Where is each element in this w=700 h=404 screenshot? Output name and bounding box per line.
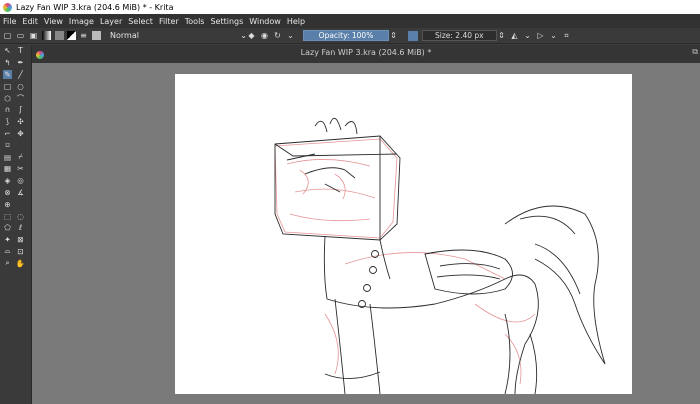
chevron-down-icon[interactable]: ⌄ <box>549 31 558 40</box>
brush-color-swatch[interactable] <box>408 30 418 41</box>
opacity-slider[interactable]: Opacity: 100% <box>303 30 389 41</box>
chevron-down-icon[interactable]: ⌄ <box>286 31 295 40</box>
menu-view[interactable]: View <box>44 17 63 26</box>
krita-logo-icon <box>36 51 44 59</box>
spin-arrows-icon[interactable]: ⇕ <box>389 31 398 40</box>
menu-bar: File Edit View Image Layer Select Filter… <box>0 14 700 28</box>
polygon-select-icon[interactable]: ⬠ <box>3 223 12 232</box>
brush-size-slider[interactable]: Size: 2.40 px <box>422 30 497 41</box>
new-document-icon[interactable]: ▢ <box>3 31 12 40</box>
open-document-icon[interactable]: ▭ <box>16 31 25 40</box>
sketch-artwork <box>274 117 606 395</box>
multibrush-icon[interactable]: ✣ <box>16 117 25 126</box>
freehand-brush-icon[interactable]: ✎ <box>3 69 12 79</box>
polyline-tool-icon[interactable]: ⌒ <box>16 94 25 103</box>
title-bar: Lazy Fan WIP 3.kra (204.6 MiB) * - Krita <box>0 0 700 14</box>
magnetic-select-icon[interactable]: ⊡ <box>16 247 25 256</box>
measure-tool-icon[interactable]: ∡ <box>16 188 25 197</box>
menu-help[interactable]: Help <box>287 17 305 26</box>
eraser-icon[interactable]: ◆ <box>247 31 256 40</box>
menu-file[interactable]: File <box>3 17 16 26</box>
similar-select-icon[interactable]: ⊠ <box>16 235 25 244</box>
preserve-alpha-icon[interactable]: ◉ <box>260 31 269 40</box>
text-tool-icon[interactable]: T <box>16 46 25 55</box>
fill-tool-icon[interactable]: ◈ <box>3 176 12 185</box>
polygon-tool-icon[interactable]: ⬡ <box>3 94 12 103</box>
chevron-down-icon: ⌄ <box>240 31 247 40</box>
tool-options-bar: ▢ ▭ ▣ ≡ Normal ⌄ ◆ ◉ ↻ ⌄ Opacity: 100% ⇕… <box>0 28 700 44</box>
colorize-mask-icon[interactable]: ▦ <box>3 164 12 173</box>
zoom-tool-icon[interactable]: ⌕ <box>3 258 12 268</box>
reference-images-icon[interactable]: ⊕ <box>3 200 12 209</box>
menu-settings[interactable]: Settings <box>210 17 243 26</box>
calligraphy-icon[interactable]: ✒ <box>16 58 25 67</box>
reload-preset-icon[interactable]: ↻ <box>273 31 282 40</box>
ellipse-select-icon[interactable]: ◌ <box>16 212 25 221</box>
bezier-tool-icon[interactable]: ∩ <box>3 105 12 114</box>
dynamic-brush-icon[interactable]: ⟆ <box>3 117 12 126</box>
blend-mode-label: Normal <box>110 31 139 40</box>
krita-logo-icon <box>3 2 12 12</box>
smart-patch-icon[interactable]: ✂ <box>16 164 25 173</box>
drawing-canvas[interactable] <box>175 74 632 395</box>
assistant-tool-icon[interactable]: ⊗ <box>3 188 12 197</box>
edit-shapes-icon[interactable]: ↰ <box>3 58 12 67</box>
menu-layer[interactable]: Layer <box>100 17 122 26</box>
menu-edit[interactable]: Edit <box>22 17 38 26</box>
ellipse-tool-icon[interactable]: ○ <box>16 82 25 91</box>
select-shapes-icon[interactable]: ↖ <box>3 46 12 55</box>
blend-mode-dropdown[interactable]: Normal ⌄ <box>107 30 247 41</box>
save-document-icon[interactable]: ▣ <box>29 31 38 40</box>
wrap-around-icon[interactable]: ⌗ <box>562 31 571 40</box>
brush-preset-icon[interactable]: ≡ <box>79 31 88 40</box>
enclose-fill-icon[interactable]: ◎ <box>16 176 25 185</box>
document-tab[interactable] <box>36 47 436 63</box>
mirror-vertical-icon[interactable]: ▷ <box>536 31 545 40</box>
menu-window[interactable]: Window <box>249 17 281 26</box>
contiguous-select-icon[interactable]: ✦ <box>3 235 12 244</box>
crop-tool-icon[interactable]: ⌐ <box>3 129 12 138</box>
float-window-icon[interactable]: ⧉ <box>692 47 698 57</box>
menu-select[interactable]: Select <box>128 17 153 26</box>
line-tool-icon[interactable]: ╱ <box>16 70 25 79</box>
menu-filter[interactable]: Filter <box>159 17 179 26</box>
gradient-tool-icon[interactable]: ▤ <box>3 153 12 162</box>
menu-image[interactable]: Image <box>69 17 94 26</box>
window-title: Lazy Fan WIP 3.kra (204.6 MiB) * - Krita <box>16 2 174 12</box>
move-tool-icon[interactable]: ✥ <box>16 129 25 138</box>
toolbox: ↖ T ↰ ✒ ✎ ╱ □ ○ ⬡ ⌒ ∩ ʃ ⟆ ✣ ⌐ ✥ ⌑ ▤ ⌿ ▦ ✂ ◈ ◎ ⊗ ∡ ⊕ … <box>0 45 32 404</box>
bezier-select-icon[interactable]: ⌓ <box>3 246 12 256</box>
menu-tools[interactable]: Tools <box>185 17 205 26</box>
freehand-path-icon[interactable]: ʃ <box>16 105 25 114</box>
chevron-down-icon[interactable]: ⌄ <box>523 31 532 40</box>
brush-tip-icon[interactable] <box>92 31 101 40</box>
mirror-horizontal-icon[interactable]: ◭ <box>510 31 519 40</box>
rectangle-tool-icon[interactable]: □ <box>3 82 12 91</box>
pan-tool-icon[interactable]: ✋ <box>16 259 25 268</box>
gradient-icon[interactable] <box>42 31 51 40</box>
canvas-workspace[interactable] <box>32 63 700 404</box>
transform-tool-icon[interactable]: ⌑ <box>3 141 12 150</box>
color-picker-icon[interactable]: ⌿ <box>16 152 25 162</box>
rect-select-icon[interactable]: ⬚ <box>3 212 12 221</box>
pattern-swatch[interactable] <box>55 31 64 40</box>
freehand-select-icon[interactable]: ℓ <box>16 223 25 232</box>
foreground-background-color[interactable] <box>67 31 76 40</box>
spin-arrows-icon[interactable]: ⇕ <box>497 31 506 40</box>
document-tab-bar: Lazy Fan WIP 3.kra (204.6 MiB) * ⧉ <box>32 45 700 63</box>
